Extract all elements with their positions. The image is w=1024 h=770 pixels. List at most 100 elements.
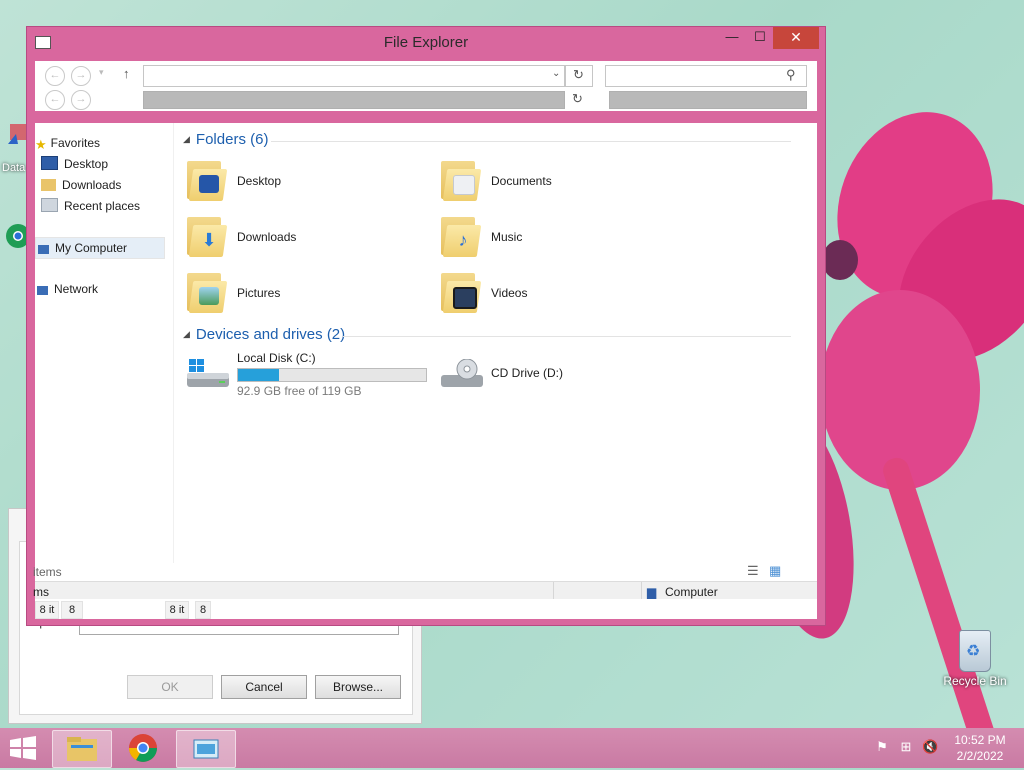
taskbar-file-explorer[interactable] bbox=[52, 730, 112, 768]
back-arrow-icon: ← bbox=[45, 90, 65, 110]
pictures-folder-icon bbox=[185, 269, 228, 313]
nav-favorites-label: Favorites bbox=[50, 136, 101, 150]
collapse-triangle-icon[interactable]: ◢ bbox=[183, 329, 190, 339]
recent-locations-chevron-icon[interactable]: ▾ bbox=[99, 67, 104, 78]
pane-divider[interactable] bbox=[173, 123, 174, 563]
strip-cell: 8 bbox=[195, 601, 211, 619]
recycle-bin-icon bbox=[959, 630, 991, 672]
local-disk-icon bbox=[187, 359, 229, 387]
address-bar-ghost bbox=[143, 91, 565, 109]
collapse-triangle-icon[interactable]: ◢ bbox=[183, 134, 190, 144]
downloads-icon bbox=[41, 179, 56, 191]
file-explorer-window: File Explorer — ☐ ✕ ← → ▾ ↑ ⌄ ↻ ⚲ ← → ↻ … bbox=[26, 26, 826, 626]
drive-cd-d[interactable]: CD Drive (D:) bbox=[439, 351, 699, 411]
folder-desktop[interactable]: Desktop bbox=[185, 157, 425, 209]
folder-music[interactable]: ♪ Music bbox=[439, 213, 679, 265]
folder-name: Documents bbox=[491, 174, 552, 188]
nav-downloads[interactable]: Downloads bbox=[41, 175, 121, 195]
network-icon bbox=[37, 286, 48, 295]
recent-places-icon bbox=[41, 198, 58, 212]
address-dropdown-chevron-icon[interactable]: ⌄ bbox=[552, 68, 560, 79]
nav-recent-places[interactable]: Recent places bbox=[41, 196, 140, 216]
status-row: items ☰ ▦ bbox=[33, 559, 817, 581]
status-bar: items ☰ ▦ ms ▆ Computer bbox=[33, 559, 817, 602]
system-clock[interactable]: 10:52 PM 2/2/2022 bbox=[940, 732, 1020, 764]
music-folder-icon: ♪ bbox=[439, 213, 482, 257]
close-button[interactable]: ✕ bbox=[773, 27, 819, 49]
network-tray-icon[interactable]: ⊞ bbox=[898, 740, 914, 754]
nav-favorites[interactable]: ★ Favorites bbox=[35, 133, 100, 153]
drive-name: Local Disk (C:) bbox=[237, 351, 316, 365]
folder-downloads[interactable]: ⬇ Downloads bbox=[185, 213, 425, 265]
search-input[interactable]: ⚲ bbox=[605, 65, 807, 87]
navigation-bar: ← → ▾ ↑ ⌄ ↻ ⚲ bbox=[35, 61, 817, 89]
section-divider bbox=[343, 336, 791, 337]
search-icon: ⚲ bbox=[786, 67, 796, 82]
folder-documents[interactable]: Documents bbox=[439, 157, 679, 209]
drive-free-space: 92.9 GB free of 119 GB bbox=[237, 384, 362, 398]
devices-section-header[interactable]: ◢ Devices and drives (2) bbox=[183, 326, 345, 343]
nav-desktop-label: Desktop bbox=[64, 157, 109, 171]
nav-network-label: Network bbox=[54, 282, 99, 296]
navigation-pane: ★ Favorites Desktop Downloads Recent plac… bbox=[35, 123, 165, 563]
computer-icon bbox=[38, 245, 49, 254]
details-view-icon[interactable]: ☰ bbox=[747, 563, 759, 579]
large-icons-view-icon[interactable]: ▦ bbox=[769, 563, 781, 579]
cancel-button[interactable]: Cancel bbox=[221, 675, 307, 699]
documents-folder-icon bbox=[439, 157, 482, 201]
window-title: File Explorer bbox=[383, 34, 469, 51]
title-bar[interactable]: File Explorer — ☐ ✕ bbox=[27, 27, 825, 59]
taskbar-run-dialog[interactable] bbox=[176, 730, 236, 768]
disk-usage-fill bbox=[238, 369, 280, 381]
nav-downloads-label: Downloads bbox=[62, 178, 122, 192]
file-explorer-icon bbox=[67, 737, 97, 761]
window-app-icon bbox=[193, 739, 219, 759]
nav-my-computer[interactable]: My Computer bbox=[35, 237, 165, 259]
downloads-folder-icon: ⬇ bbox=[185, 213, 228, 257]
ok-button[interactable]: OK bbox=[127, 675, 213, 699]
maximize-button[interactable]: ☐ bbox=[747, 27, 773, 49]
desktop-folder-icon bbox=[185, 157, 228, 201]
star-icon: ★ bbox=[35, 137, 47, 152]
browse-button[interactable]: Browse... bbox=[315, 675, 401, 699]
nav-my-computer-label: My Computer bbox=[55, 241, 128, 255]
refresh-icon[interactable]: ↻ bbox=[565, 65, 593, 87]
start-button[interactable] bbox=[8, 736, 38, 760]
folder-videos[interactable]: Videos bbox=[439, 269, 679, 321]
taskbar: ⚑ ⊞ 🔇 10:52 PM 2/2/2022 bbox=[0, 728, 1024, 768]
explorer-content: ★ Favorites Desktop Downloads Recent plac… bbox=[33, 123, 817, 619]
taskbar-chrome[interactable] bbox=[114, 730, 172, 766]
drive-local-disk-c[interactable]: Local Disk (C:) 92.9 GB free of 119 GB bbox=[185, 351, 445, 411]
strip-cell: 8 it bbox=[165, 601, 189, 619]
chrome-icon bbox=[129, 734, 157, 762]
devices-section-title: Devices and drives (2) bbox=[195, 326, 346, 343]
forward-arrow-icon: → bbox=[71, 90, 91, 110]
navigation-bar-ghost: ← → ↻ bbox=[35, 89, 817, 111]
refresh-icon: ↻ bbox=[572, 91, 583, 106]
item-count: items bbox=[33, 565, 62, 579]
glitch-strip: 8 it 8 8 it 8 bbox=[35, 599, 817, 619]
strip-cell: 8 bbox=[61, 601, 83, 619]
videos-folder-icon bbox=[439, 269, 482, 313]
folder-name: Pictures bbox=[237, 286, 281, 300]
item-count-ghost: ms bbox=[33, 585, 49, 599]
computer-icon: ▆ bbox=[647, 585, 657, 599]
recycle-bin[interactable]: Recycle Bin bbox=[940, 630, 1010, 688]
back-arrow-icon[interactable]: ← bbox=[45, 66, 65, 86]
address-bar[interactable]: ⌄ bbox=[143, 65, 565, 87]
folder-name: Desktop bbox=[237, 174, 282, 188]
folders-section-header[interactable]: ◢ Folders (6) bbox=[183, 131, 268, 148]
minimize-button[interactable]: — bbox=[719, 27, 745, 49]
forward-arrow-icon[interactable]: → bbox=[71, 66, 91, 86]
section-divider bbox=[271, 141, 791, 142]
nav-desktop[interactable]: Desktop bbox=[41, 154, 108, 174]
volume-muted-icon[interactable]: 🔇 bbox=[922, 740, 938, 754]
folder-pictures[interactable]: Pictures bbox=[185, 269, 425, 321]
nav-network[interactable]: Network bbox=[35, 279, 98, 299]
action-center-flag-icon[interactable]: ⚑ bbox=[874, 740, 890, 754]
status-location: Computer bbox=[665, 585, 718, 599]
cd-drive-icon bbox=[441, 359, 483, 387]
up-arrow-icon[interactable]: ↑ bbox=[123, 66, 130, 81]
recycle-bin-label: Recycle Bin bbox=[943, 674, 1007, 688]
clock-time: 10:52 PM bbox=[954, 733, 1006, 747]
